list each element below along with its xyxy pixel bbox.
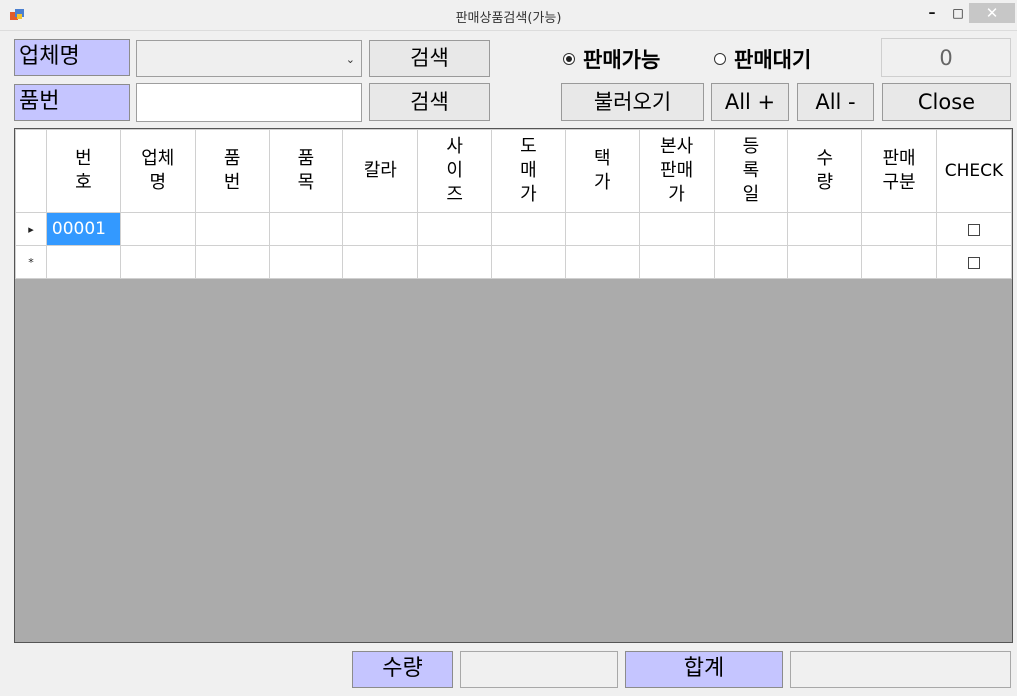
close-window-button[interactable]: ✕ — [969, 3, 1015, 23]
column-header-registered-date[interactable]: 등록일 — [713, 129, 789, 213]
quantity-label: 수량 — [352, 651, 453, 688]
current-row-indicator-icon[interactable]: ▸ — [15, 212, 47, 246]
cell-vendor[interactable] — [119, 212, 196, 246]
cell-number[interactable]: 00001 — [45, 212, 121, 246]
part-search-button[interactable]: 검색 — [369, 83, 490, 121]
title-bar: 판매상품검색(가능) – □ ✕ — [0, 0, 1017, 31]
vendor-search-button[interactable]: 검색 — [369, 40, 490, 77]
cell-part-number[interactable] — [194, 212, 270, 246]
part-label: 품번 — [14, 84, 130, 121]
cell-registered-date[interactable] — [713, 212, 789, 246]
column-header-size[interactable]: 사이즈 — [417, 129, 493, 213]
close-button[interactable]: Close — [882, 83, 1011, 121]
column-header-vendor[interactable]: 업체 명 — [119, 129, 196, 213]
cell-item[interactable] — [268, 245, 344, 279]
checkbox[interactable] — [967, 223, 980, 236]
select-all-button[interactable]: All + — [711, 83, 789, 121]
sum-total-field — [790, 651, 1011, 688]
new-row-indicator-icon[interactable]: * — [15, 245, 47, 279]
radio-sale-available[interactable]: 판매가능 — [563, 46, 660, 72]
grid-table: 번호 업체 명 품번 품목 칼라 사이즈 도매가 택가 본사 판매 가 등록일 수량 … — [15, 129, 1013, 279]
radio-sale-pending[interactable]: 판매대기 — [714, 46, 811, 72]
cell-quantity[interactable] — [787, 212, 863, 246]
cell-size[interactable] — [417, 212, 493, 246]
column-header-hq-sale-price[interactable]: 본사 판매 가 — [638, 129, 715, 213]
cell-vendor[interactable] — [119, 245, 196, 279]
radio-unselected-icon[interactable] — [714, 53, 726, 65]
column-header-quantity[interactable]: 수량 — [787, 129, 863, 213]
cell-quantity[interactable] — [787, 245, 863, 279]
column-header-item[interactable]: 품목 — [268, 129, 344, 213]
cell-registered-date[interactable] — [713, 245, 789, 279]
cell-sale-type[interactable] — [861, 245, 937, 279]
row-header-corner — [15, 129, 47, 213]
vendor-combobox[interactable]: ⌄ — [136, 40, 362, 77]
cell-size[interactable] — [417, 245, 493, 279]
table-row[interactable]: ▸ 00001 — [15, 212, 1013, 246]
minimize-button[interactable]: – — [922, 3, 942, 23]
cell-hq-sale-price[interactable] — [638, 245, 715, 279]
cell-number[interactable] — [45, 245, 121, 279]
cell-sale-type[interactable] — [861, 212, 937, 246]
radio-selected-icon[interactable] — [563, 53, 575, 65]
column-header-color[interactable]: 칼라 — [342, 129, 419, 213]
radio-sale-pending-label: 판매대기 — [734, 48, 812, 72]
vendor-label: 업체명 — [14, 39, 130, 76]
cell-wholesale-price[interactable] — [491, 212, 566, 246]
column-header-sale-type[interactable]: 판매 구분 — [861, 129, 937, 213]
cell-color[interactable] — [342, 212, 419, 246]
count-display: 0 — [881, 38, 1011, 77]
cell-tag-price[interactable] — [564, 212, 640, 246]
cell-part-number[interactable] — [194, 245, 270, 279]
deselect-all-button[interactable]: All - — [797, 83, 874, 121]
column-header-number[interactable]: 번호 — [45, 129, 121, 213]
checkbox[interactable] — [967, 256, 980, 269]
radio-sale-available-label: 판매가능 — [583, 48, 661, 72]
cell-check[interactable] — [935, 212, 1013, 246]
data-grid[interactable]: 번호 업체 명 품번 품목 칼라 사이즈 도매가 택가 본사 판매 가 등록일 수량 … — [14, 128, 1013, 643]
cell-tag-price[interactable] — [564, 245, 640, 279]
column-header-wholesale-price[interactable]: 도매가 — [491, 129, 566, 213]
cell-check[interactable] — [935, 245, 1013, 279]
window-title: 판매상품검색(가능) — [455, 11, 562, 26]
column-header-check[interactable]: CHECK — [935, 129, 1013, 213]
table-row[interactable]: * — [15, 245, 1013, 279]
column-header-tag-price[interactable]: 택가 — [564, 129, 640, 213]
cell-color[interactable] — [342, 245, 419, 279]
load-button[interactable]: 불러오기 — [561, 83, 704, 121]
cell-hq-sale-price[interactable] — [638, 212, 715, 246]
maximize-button[interactable]: □ — [950, 3, 966, 23]
column-header-part-number[interactable]: 품번 — [194, 129, 270, 213]
chevron-down-icon[interactable]: ⌄ — [346, 53, 355, 66]
part-number-input[interactable] — [136, 83, 362, 122]
cell-wholesale-price[interactable] — [491, 245, 566, 279]
cell-item[interactable] — [268, 212, 344, 246]
quantity-total-field — [460, 651, 618, 688]
total-label: 합계 — [625, 651, 783, 688]
